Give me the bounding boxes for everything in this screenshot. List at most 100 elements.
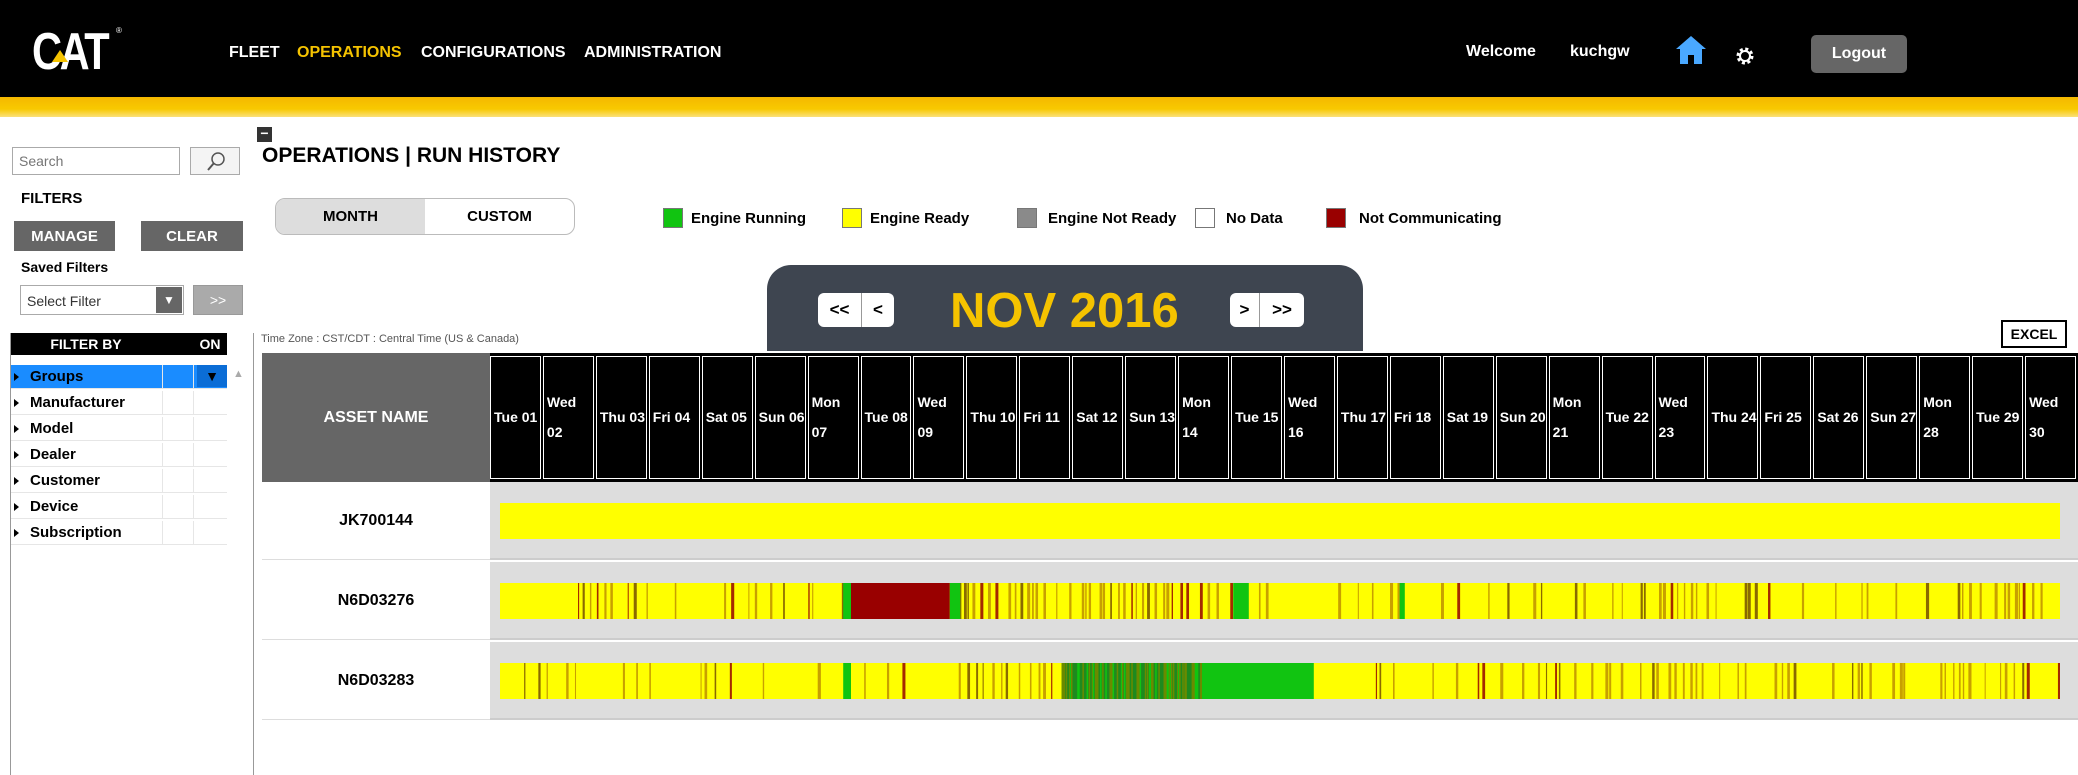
filter-item-subscription[interactable]: Subscription	[11, 521, 227, 545]
activity-tick	[1851, 663, 1854, 699]
activity-tick	[1895, 583, 1898, 619]
activity-tick	[1640, 663, 1642, 699]
activity-tick	[1043, 663, 1046, 699]
activity-tick	[2026, 663, 2030, 699]
activity-tick	[1781, 663, 1784, 699]
filter-item-dealer[interactable]: Dealer	[11, 443, 227, 467]
manage-button[interactable]: MANAGE	[14, 221, 115, 251]
activity-tick	[1719, 663, 1721, 699]
expand-triangle-icon[interactable]	[14, 477, 19, 485]
activity-tick	[1999, 663, 2002, 699]
nav-configurations[interactable]: CONFIGURATIONS	[421, 44, 566, 62]
activity-tick	[2057, 663, 2060, 699]
activity-tick	[1682, 663, 1685, 699]
activity-tick	[1230, 583, 1233, 619]
gear-icon[interactable]	[1733, 44, 1757, 73]
run-history-bar[interactable]	[500, 503, 2060, 539]
expand-triangle-icon[interactable]	[14, 399, 19, 407]
day-header: Mon 07	[807, 356, 859, 479]
expand-triangle-icon[interactable]	[14, 529, 19, 537]
nav-operations[interactable]: OPERATIONS	[297, 44, 402, 62]
activity-tick	[1652, 663, 1655, 699]
activity-tick	[1155, 663, 1157, 699]
day-header: Sun 13	[1125, 356, 1177, 479]
filter-item-manufacturer[interactable]: Manufacturer	[11, 391, 227, 415]
filter-item-customer[interactable]: Customer	[11, 469, 227, 493]
search-button[interactable]	[190, 147, 240, 175]
activity-tick	[1131, 583, 1133, 619]
clear-button[interactable]: CLEAR	[141, 221, 243, 251]
activity-tick	[762, 663, 765, 699]
excel-export-button[interactable]: EXCEL	[2001, 320, 2067, 348]
activity-tick	[1962, 663, 1965, 699]
cell-divider	[162, 521, 163, 545]
activity-tick	[1265, 583, 1269, 619]
prev-year-button[interactable]: <<	[818, 293, 862, 327]
search-input[interactable]	[12, 147, 180, 175]
filter-item-model[interactable]: Model	[11, 417, 227, 441]
run-history-bar[interactable]	[500, 663, 2060, 699]
collapse-sidebar-button[interactable]: −	[257, 126, 272, 142]
nav-administration[interactable]: ADMINISTRATION	[584, 44, 721, 62]
activity-tick	[1612, 583, 1614, 619]
filter-item-label: Device	[30, 498, 79, 515]
day-label: Sun 27	[1870, 409, 1917, 425]
asset-name[interactable]: N6D03276	[262, 562, 490, 640]
expand-triangle-icon[interactable]	[14, 503, 19, 511]
day-label: Wed	[917, 394, 947, 410]
activity-tick	[582, 583, 585, 619]
expand-triangle-icon[interactable]	[14, 451, 19, 459]
cell-divider	[193, 469, 194, 493]
filter-item-groups[interactable]: Groups	[11, 365, 227, 389]
activity-tick	[1558, 663, 1561, 699]
activity-tick	[1123, 583, 1126, 619]
apply-filter-button[interactable]: >>	[193, 285, 243, 315]
cell-divider	[162, 443, 163, 467]
activity-tick	[1440, 583, 1444, 619]
activity-tick	[1537, 663, 1541, 699]
logout-button[interactable]: Logout	[1811, 35, 1907, 73]
activity-tick	[2007, 583, 2011, 619]
legend-swatch	[1326, 208, 1346, 228]
activity-tick	[1131, 663, 1133, 699]
chevron-down-icon[interactable]: ▼	[156, 287, 182, 313]
activity-tick	[748, 583, 750, 619]
day-label: Mon	[811, 394, 841, 410]
activity-tick	[566, 663, 569, 699]
prev-month-button[interactable]: <	[862, 293, 894, 327]
run-history-bar[interactable]	[500, 583, 2060, 619]
activity-tick	[1180, 583, 1184, 619]
day-header: Tue 22	[1601, 356, 1653, 479]
expand-triangle-icon[interactable]	[14, 425, 19, 433]
activity-tick	[972, 583, 976, 619]
legend-swatch	[842, 208, 862, 228]
next-year-button[interactable]: >>	[1260, 293, 1304, 327]
activity-tick	[1482, 663, 1486, 699]
on-header: ON	[199, 336, 221, 352]
activity-tick	[1455, 663, 1459, 699]
cat-logo[interactable]: CAT	[32, 22, 110, 82]
tab-month[interactable]: MONTH	[276, 199, 425, 234]
activity-tick	[1944, 663, 1946, 699]
activity-tick	[2022, 583, 2026, 619]
filter-item-device[interactable]: Device	[11, 495, 227, 519]
legend-label: Engine Not Ready	[1048, 210, 1177, 227]
activity-tick	[1166, 583, 1170, 619]
asset-name[interactable]: N6D03283	[262, 642, 490, 720]
activity-tick	[538, 663, 541, 699]
activity-tick	[1500, 663, 1504, 699]
nav-fleet[interactable]: FLEET	[229, 44, 280, 62]
expand-triangle-icon[interactable]	[14, 373, 19, 381]
filter-item-label: Manufacturer	[30, 394, 126, 411]
scroll-up-icon[interactable]: ▲	[233, 368, 244, 380]
tab-custom[interactable]: CUSTOM	[425, 199, 574, 234]
day-label: Sat 05	[705, 409, 747, 425]
asset-name[interactable]: JK700144	[262, 482, 490, 560]
activity-tick	[1609, 663, 1612, 699]
next-month-button[interactable]: >	[1230, 293, 1260, 327]
activity-tick	[1994, 583, 1998, 619]
groups-dropdown-icon[interactable]: ▼	[197, 365, 227, 387]
day-label: Tue 29	[1976, 409, 2020, 425]
day-header: Fri 25	[1760, 356, 1812, 479]
home-icon[interactable]	[1674, 34, 1708, 71]
